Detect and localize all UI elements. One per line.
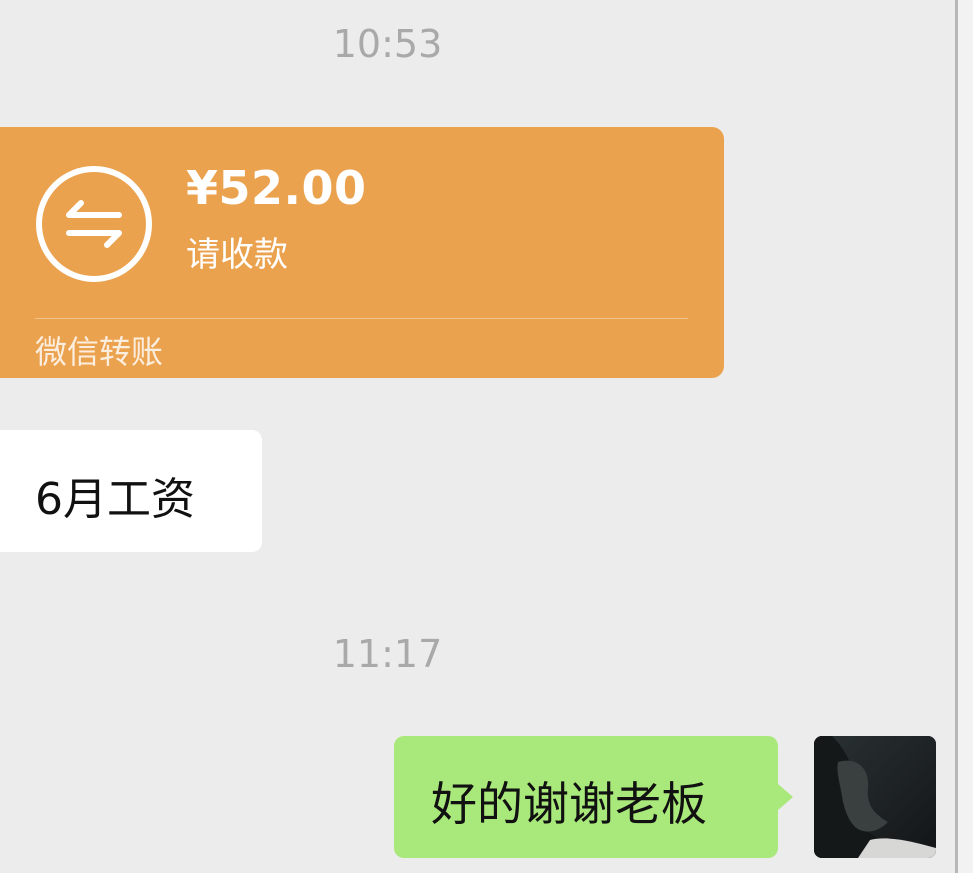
message-bubble-tail xyxy=(778,784,793,810)
message-text-received: 6月工资 xyxy=(35,474,195,525)
transfer-arrows-icon xyxy=(36,166,152,282)
timestamp: 10:53 xyxy=(332,22,443,66)
message-text-sent: 好的谢谢老板 xyxy=(431,777,707,831)
transfer-footer-label: 微信转账 xyxy=(35,333,164,371)
transfer-amount: ¥52.00 xyxy=(186,161,367,215)
transfer-status: 请收款 xyxy=(186,235,288,275)
scrollbar[interactable] xyxy=(955,0,973,873)
timestamp: 11:17 xyxy=(332,632,443,676)
avatar[interactable] xyxy=(814,736,936,858)
avatar-portrait-icon xyxy=(814,736,936,858)
transfer-divider xyxy=(35,318,688,319)
